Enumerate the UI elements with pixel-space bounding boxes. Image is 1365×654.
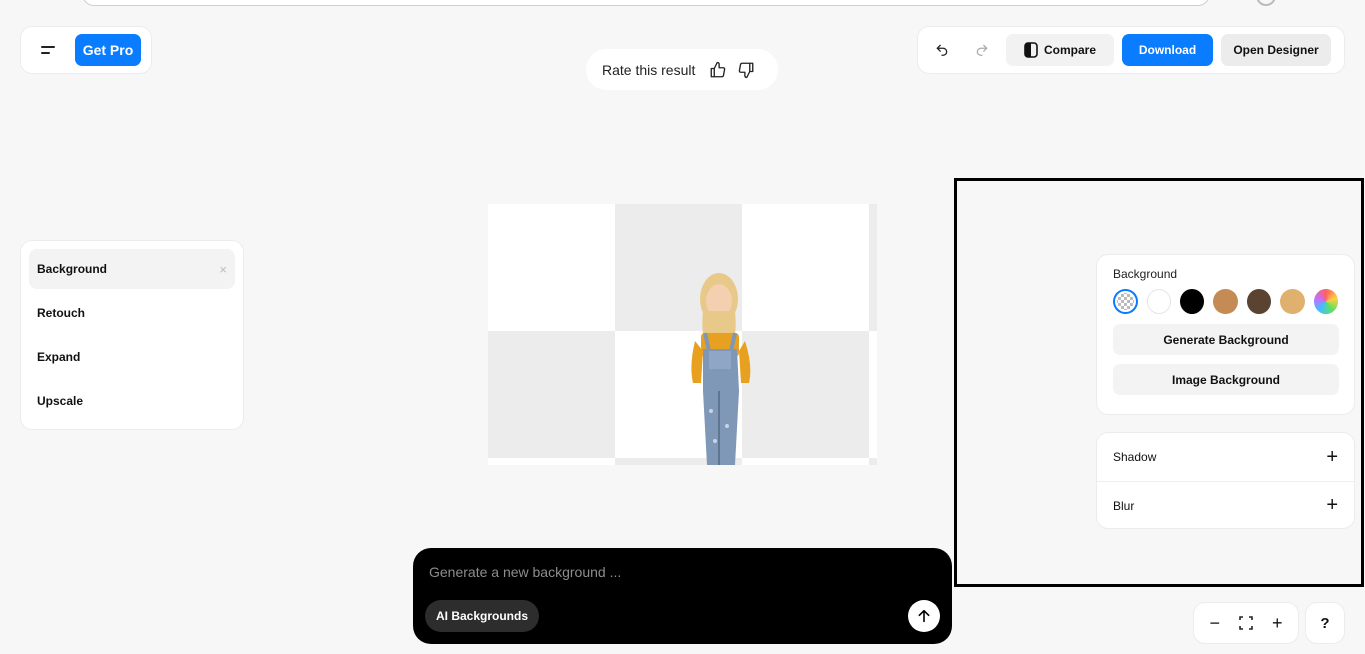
tool-retouch[interactable]: Retouch (29, 293, 235, 333)
background-title: Background (1113, 267, 1178, 281)
fit-screen-icon[interactable] (1239, 616, 1253, 630)
redo-icon[interactable] (966, 34, 998, 66)
tool-label: Upscale (37, 394, 84, 408)
send-button[interactable] (908, 600, 940, 632)
zoom-controls: − + (1193, 602, 1299, 644)
rating-bar: Rate this result (586, 49, 778, 90)
top-left-toolbar: Get Pro (20, 26, 152, 74)
tool-background[interactable]: Background × (29, 249, 235, 289)
shadow-row[interactable]: Shadow + (1097, 433, 1354, 481)
blur-row[interactable]: Blur + (1097, 481, 1354, 529)
swatch-sand[interactable] (1280, 289, 1305, 314)
blur-label: Blur (1113, 498, 1135, 513)
download-button[interactable]: Download (1122, 34, 1213, 66)
help-button[interactable]: ? (1305, 602, 1345, 644)
plus-icon[interactable]: + (1326, 494, 1338, 517)
compare-button[interactable]: Compare (1006, 34, 1114, 66)
image-canvas[interactable] (488, 204, 877, 465)
checker-tile (488, 331, 615, 458)
top-right-toolbar: Compare Download Open Designer (917, 26, 1345, 74)
thumbs-up-icon[interactable] (709, 61, 727, 79)
generate-background-button[interactable]: Generate Background (1113, 324, 1339, 355)
close-icon[interactable]: × (219, 262, 227, 277)
swatch-custom-color[interactable] (1313, 289, 1338, 314)
open-designer-button[interactable]: Open Designer (1221, 34, 1331, 66)
arrow-up-icon (918, 609, 930, 623)
undo-icon[interactable] (926, 34, 958, 66)
tool-upscale[interactable]: Upscale (29, 381, 235, 421)
tool-label: Expand (37, 350, 81, 364)
tool-label: Background (37, 262, 108, 276)
plus-icon[interactable]: + (1326, 446, 1338, 469)
menu-icon[interactable] (31, 34, 65, 66)
tools-panel: Background × Retouch Expand Upscale (20, 240, 244, 430)
tool-expand[interactable]: Expand (29, 337, 235, 377)
shadow-label: Shadow (1113, 450, 1157, 464)
zoom-out-button[interactable]: − (1209, 613, 1220, 634)
swatch-transparent[interactable] (1113, 289, 1138, 314)
address-bar[interactable] (82, 0, 1210, 6)
rating-label: Rate this result (602, 61, 696, 78)
checker-tile (869, 458, 877, 465)
tool-label: Retouch (37, 306, 85, 320)
prompt-bar: AI Backgrounds (413, 548, 952, 644)
image-background-button[interactable]: Image Background (1113, 364, 1339, 395)
zoom-in-button[interactable]: + (1272, 613, 1283, 634)
get-pro-button[interactable]: Get Pro (74, 34, 141, 66)
prompt-input[interactable] (429, 564, 869, 580)
compare-label: Compare (1043, 43, 1096, 57)
profile-icon[interactable] (1256, 0, 1276, 6)
subject-cutout (691, 273, 751, 465)
checker-tile (869, 204, 877, 331)
swatch-brown[interactable] (1246, 289, 1272, 314)
swatch-black[interactable] (1179, 289, 1205, 314)
swatch-tan[interactable] (1213, 289, 1238, 314)
effects-card: Shadow + Blur + (1096, 432, 1355, 529)
compare-icon (1024, 42, 1038, 58)
swatch-white[interactable] (1146, 289, 1171, 314)
checker-tile (742, 331, 869, 458)
ai-backgrounds-chip[interactable]: AI Backgrounds (425, 600, 539, 632)
color-swatches (1113, 289, 1338, 314)
thumbs-down-icon[interactable] (737, 61, 755, 79)
background-options-card: Background Generate Background Image Bac… (1096, 254, 1355, 415)
